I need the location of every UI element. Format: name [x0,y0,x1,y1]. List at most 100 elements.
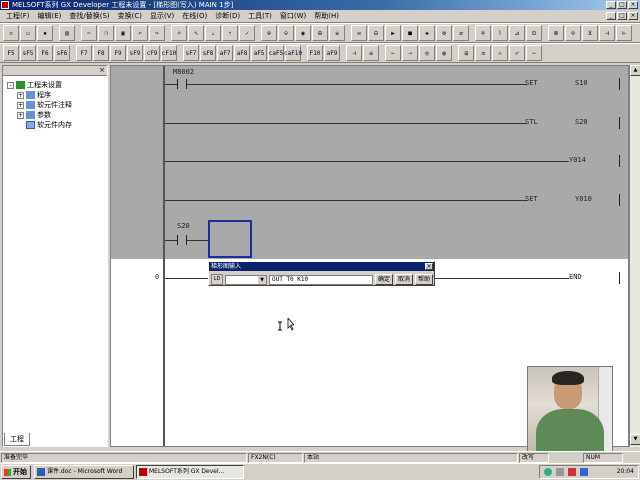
tray-volume-icon[interactable] [556,468,564,476]
device-icon[interactable]: ⊟ [368,25,384,41]
dialog-close-button[interactable]: × [425,263,433,270]
mdi-minimize-button[interactable]: _ [606,12,616,20]
write-icon[interactable]: ⇣ [205,25,221,41]
test-icon[interactable]: ⊡ [526,25,542,41]
ok-button[interactable]: 确定 [375,274,394,285]
tree-item-device-memory[interactable]: 软元件内存 [26,120,72,130]
list-view-icon[interactable]: ≡ [329,25,345,41]
tray-network-icon[interactable] [544,468,552,476]
menu-find-replace[interactable]: 查找/替换(S) [65,11,113,21]
tree-expander[interactable]: + [17,101,24,109]
vertical-scrollbar[interactable]: ▲ ▼ [629,65,640,447]
undo-icon[interactable]: ↶ [132,25,148,41]
redo-icon[interactable]: ↷ [149,25,165,41]
chevron-down-icon[interactable]: ▼ [258,275,266,284]
instruction-select[interactable]: ▼ [225,274,267,285]
maximize-button[interactable]: □ [617,1,627,9]
statement-icon[interactable]: ✐ [509,45,525,61]
instruction-type-icon[interactable]: LD [211,274,223,285]
contact-nc-button[interactable]: F6 [37,45,53,61]
step-icon[interactable]: ⊢ [616,25,632,41]
cut-icon[interactable]: ✂ [81,25,97,41]
scroll-up-icon[interactable]: ▲ [630,65,640,76]
menu-window[interactable]: 窗口(W) [276,11,310,21]
monitor-start-icon[interactable]: ▶ [385,25,401,41]
tree-item-program[interactable]: + 程序 [17,90,51,100]
fall-pulse-button[interactable]: caF5 [268,45,284,61]
copy-icon[interactable]: ❐ [98,25,114,41]
minimize-button[interactable]: _ [606,1,616,9]
tree-expander[interactable]: + [17,111,24,119]
note-icon[interactable]: ✑ [526,45,542,61]
print-icon[interactable]: ▤ [59,25,75,41]
delete-line-button[interactable]: aF9 [324,45,340,61]
ladder-mode-icon[interactable]: ⊣ [346,45,362,61]
tray-app-icon[interactable] [568,468,576,476]
read-icon[interactable]: ⇡ [222,25,238,41]
open-icon[interactable]: ▭ [20,25,36,41]
sfc-icon[interactable]: ⊻ [582,25,598,41]
new-icon[interactable]: ▫ [3,25,19,41]
contact-or-button[interactable]: sF5 [20,45,36,61]
trace-icon[interactable]: ⌇ [492,25,508,41]
menu-help[interactable]: 帮助(H) [310,11,343,21]
tree-expander[interactable]: - [7,81,14,89]
start-button[interactable]: 开始 [1,465,31,479]
parallel-fall-button[interactable]: aF8 [234,45,250,61]
find-icon[interactable]: ⌕ [171,25,187,41]
save-icon[interactable]: ▪ [37,25,53,41]
menu-diagnostics[interactable]: 诊断(D) [211,11,244,21]
network-icon[interactable]: ⌘ [475,25,491,41]
contact-orb-button[interactable]: sF6 [54,45,70,61]
sampling-icon[interactable]: ⊿ [509,25,525,41]
invert-button[interactable]: caF10 [284,45,302,61]
write-mode-icon[interactable]: ⇢ [402,45,418,61]
instruction-input[interactable]: OUT T0 K10 [269,274,373,285]
read-mode-icon[interactable]: ⇠ [385,45,401,61]
paste-icon[interactable]: ▣ [115,25,131,41]
tab-project[interactable]: 工程 [4,433,30,446]
list-used-icon[interactable]: ⊜ [565,25,581,41]
zoom-in-icon[interactable]: ⊕ [261,25,277,41]
edit-icon[interactable]: ✎ [188,25,204,41]
tree-item-parameter[interactable]: + 参数 [17,110,51,120]
tray-ime-icon[interactable] [580,468,588,476]
contact-s20[interactable] [177,235,187,245]
parallel-rise-button[interactable]: aF7 [217,45,233,61]
rise-pulse-button[interactable]: aF5 [251,45,267,61]
pulse-rise-button[interactable]: sF7 [183,45,199,61]
tree-item-project[interactable]: - 工程未设置 [7,80,62,90]
vline-button[interactable]: sF9 [127,45,143,61]
delete-hline-button[interactable]: cF9 [144,45,160,61]
menu-tools[interactable]: 工具(T) [244,11,276,21]
hline-button[interactable]: F9 [110,45,126,61]
ladder-view-icon[interactable]: ⊞ [312,25,328,41]
contact-m8002[interactable] [177,79,187,89]
coil-button[interactable]: F7 [76,45,92,61]
pulse-fall-button[interactable]: sF8 [200,45,216,61]
list-mode-icon[interactable]: ≡ [363,45,379,61]
menu-edit[interactable]: 编辑(E) [34,11,66,21]
zoom-out-icon[interactable]: ⊖ [278,25,294,41]
contact-no-button[interactable]: F5 [3,45,19,61]
dialog-title-bar[interactable]: 梯形图输入 × [209,262,434,271]
diagnostics-icon[interactable]: ◈ [419,25,435,41]
menu-view[interactable]: 显示(V) [146,11,178,21]
monitor-write-icon[interactable]: ◍ [436,45,452,61]
title-bar[interactable]: MELSOFT系列 GX Developer 工程未设置 - [梯形图(写入) … [0,0,640,10]
menu-convert[interactable]: 变换(C) [114,11,146,21]
verify-icon[interactable]: ✓ [239,25,255,41]
help-button[interactable]: 帮助 [415,274,434,285]
task-gx-developer[interactable]: MELSOFT系列 GX Devel... [136,465,244,479]
comment-icon[interactable]: ✉ [351,25,367,41]
ladder-logic-icon[interactable]: ⊣ [599,25,615,41]
convert-all-icon[interactable]: ⇉ [475,45,491,61]
convert-icon[interactable]: ⇶ [458,45,474,61]
parameter-icon[interactable]: ⚙ [436,25,452,41]
close-button[interactable]: × [628,1,638,9]
scroll-down-icon[interactable]: ▼ [630,434,640,445]
task-word[interactable]: 课件.doc - Microsoft Word [34,465,134,479]
tree-item-device-comment[interactable]: + 软元件注释 [17,100,72,110]
delete-vline-button[interactable]: cF10 [161,45,177,61]
comment-edit-icon[interactable]: ✍ [492,45,508,61]
